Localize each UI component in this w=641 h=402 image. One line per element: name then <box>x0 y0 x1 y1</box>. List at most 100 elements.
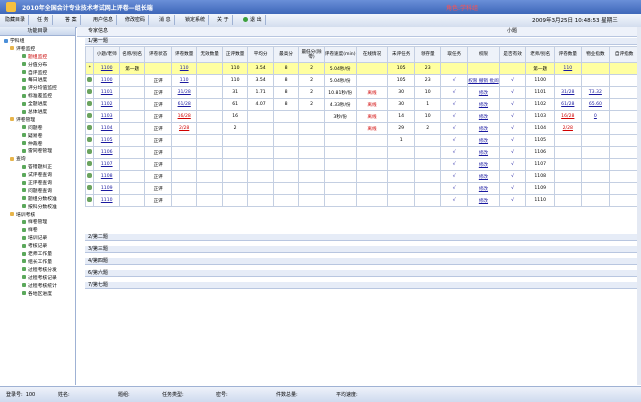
column-header[interactable]: 无效数量 <box>196 46 223 63</box>
change-password-button[interactable]: 修改密码 <box>122 15 150 25</box>
sidebar-item-3[interactable]: 分值分布 <box>2 62 75 70</box>
column-header[interactable]: 评卷数量 <box>170 46 198 63</box>
hide-menu-button[interactable]: 隐藏目录 <box>2 15 30 25</box>
column-header[interactable]: 评卷数量 <box>554 46 582 63</box>
table-cell[interactable]: 修改 <box>467 86 500 99</box>
summary-row[interactable]: * 1100 第一题 110 110 3.54 8 2 5.04秒/份 105 23 第一题 110 <box>84 62 639 75</box>
column-header[interactable]: 未评任务 <box>387 46 415 63</box>
section-question-1[interactable]: 1/第一题 <box>85 38 639 45</box>
sidebar-item-11[interactable]: 问题卷 <box>2 125 75 133</box>
sidebar-item-16[interactable]: 答错题纠正 <box>2 164 75 172</box>
sidebar-item-13[interactable]: 仲裁卷 <box>2 141 75 149</box>
table-cell[interactable]: 16/28 <box>170 110 198 123</box>
table-row[interactable]: 1102 正评 61/28 61 4.07 8 2 4.33秒/份 离线 30 1 √ 修改 √ 1102 6… <box>84 98 639 111</box>
sidebar-item-19[interactable]: 问题卷查询 <box>2 188 75 196</box>
table-cell[interactable]: 修改 <box>467 98 500 111</box>
lock-system-button[interactable]: 锁定系统 <box>182 15 210 25</box>
sidebar-item-5[interactable]: 每日进度 <box>2 77 75 85</box>
column-header[interactable]: 平均分 <box>247 46 274 63</box>
sidebar-item-8[interactable]: 全题进度 <box>2 101 75 109</box>
table-cell[interactable]: 61/28 <box>554 98 582 111</box>
tab-expert-info[interactable]: 专家信息 <box>85 27 508 36</box>
table-row[interactable]: 1105 正评 1 √ 修改 √ 1105 <box>84 134 639 147</box>
table-cell[interactable]: 权限 撤销 批阅 <box>467 74 500 87</box>
column-header[interactable]: 是否有效 <box>498 46 527 63</box>
column-header[interactable]: 评卷状态 <box>144 46 172 63</box>
column-header[interactable]: 取任务 <box>440 46 469 63</box>
table-row[interactable]: 1107 正评 √ 修改 √ 1107 <box>84 158 639 171</box>
sidebar-item-26[interactable]: 考核记录 <box>2 243 75 251</box>
sidebar-item-10[interactable]: 评卷管理 <box>2 117 75 125</box>
sidebar-item-14[interactable]: 雷同卷管理 <box>2 148 75 156</box>
table-cell[interactable]: 110 <box>554 62 582 75</box>
column-header[interactable]: 评卷速度(min) <box>323 46 357 63</box>
table-cell[interactable]: 修改 <box>467 122 500 135</box>
column-header[interactable]: 自评指数 <box>609 46 639 63</box>
sidebar-item-1[interactable]: 评卷监控 <box>2 46 75 54</box>
tab-small-question[interactable]: 小题 <box>507 27 517 36</box>
table-cell[interactable]: 2/28 <box>170 122 198 135</box>
sidebar-item-29[interactable]: 过程考核分发 <box>2 267 75 275</box>
section-question-6[interactable]: 6/第六题 <box>85 270 639 277</box>
table-row[interactable]: 1109 正评 √ 修改 √ 1109 <box>84 182 639 195</box>
section-question-3[interactable]: 3/第三题 <box>85 246 639 253</box>
vertical-scrollbar[interactable] <box>637 27 641 385</box>
sidebar-item-23[interactable]: 样卷管理 <box>2 219 75 227</box>
sidebar-item-7[interactable]: 标准差监控 <box>2 93 75 101</box>
task-button[interactable]: 任 务 <box>34 15 53 25</box>
sidebar-item-28[interactable]: 组长工作量 <box>2 259 75 267</box>
table-cell[interactable]: 110 <box>170 62 198 75</box>
column-header[interactable]: 老师/别名 <box>525 46 556 63</box>
column-header[interactable]: 领存量 <box>413 46 442 63</box>
sidebar-item-32[interactable]: 各地区进度 <box>2 291 75 299</box>
table-cell[interactable]: 61/28 <box>170 98 198 111</box>
table-cell[interactable]: 修改 <box>467 146 500 159</box>
sidebar-item-15[interactable]: 查询 <box>2 156 75 164</box>
table-cell[interactable]: 16/28 <box>554 110 582 123</box>
table-cell[interactable]: 2/28 <box>554 122 582 135</box>
sidebar-item-4[interactable]: 自评监控 <box>2 70 75 78</box>
messages-button[interactable]: 消 息 <box>156 15 175 25</box>
table-cell[interactable]: 修改 <box>467 182 500 195</box>
sidebar-item-30[interactable]: 过程考核记录 <box>2 275 75 283</box>
sidebar-item-22[interactable]: 培训考核 <box>2 212 75 220</box>
column-header[interactable]: 小题/老师 <box>93 46 120 63</box>
sidebar-item-24[interactable]: 样卷 <box>2 227 75 235</box>
user-info-button[interactable]: 用户信息 <box>90 15 118 25</box>
sidebar-item-0[interactable]: 学科组 <box>2 38 75 46</box>
table-cell[interactable]: 修改 <box>467 134 500 147</box>
table-row[interactable]: 1108 正评 √ 修改 √ 1108 <box>84 170 639 183</box>
section-question-2[interactable]: 2/第二题 <box>85 234 639 241</box>
sidebar-item-18[interactable]: 正评卷查询 <box>2 180 75 188</box>
table-cell[interactable]: 31/28 <box>554 86 582 99</box>
sidebar-item-2[interactable]: 题组监控 <box>2 54 75 62</box>
table-row[interactable]: 1106 正评 √ 修改 √ 1106 <box>84 146 639 159</box>
table-row[interactable]: 1103 正评 16/28 16 3秒/份 离线 14 10 √ 修改 √ 1103 16/28 0 <box>84 110 639 123</box>
sidebar-item-12[interactable]: 疑易卷 <box>2 133 75 141</box>
sidebar-item-27[interactable]: 老师工作量 <box>2 251 75 259</box>
table-row[interactable]: 1104 正评 2/28 2 离线 29 2 √ 修改 √ 1104 2/28 <box>84 122 639 135</box>
sidebar-item-17[interactable]: 试评卷查询 <box>2 172 75 180</box>
exit-button[interactable]: 退 出 <box>240 15 266 25</box>
column-header[interactable]: 最高分 <box>272 46 300 63</box>
table-cell[interactable]: 修改 <box>467 170 500 183</box>
column-header[interactable]: 在线情况 <box>355 46 389 63</box>
section-question-7[interactable]: 7/第七题 <box>85 282 639 289</box>
table-row[interactable]: 1100 正评 110 110 3.54 8 2 5.04秒/份 105 23 √ 权限 撤销 批阅 √… <box>84 74 639 87</box>
column-header[interactable]: 物业指数 <box>580 46 611 63</box>
answer-button[interactable]: 答 案 <box>62 15 81 25</box>
sidebar-item-6[interactable]: 评分均值监控 <box>2 85 75 93</box>
sidebar-item-9[interactable]: 总体进度 <box>2 109 75 117</box>
column-header[interactable]: 权限 <box>467 46 500 63</box>
table-cell[interactable]: 修改 <box>467 110 500 123</box>
table-cell[interactable]: 修改 <box>467 194 500 207</box>
column-header[interactable]: 名称/别名 <box>118 46 146 63</box>
sidebar-item-20[interactable]: 题组分数校准 <box>2 196 75 204</box>
table-cell[interactable]: 修改 <box>467 158 500 171</box>
table-row[interactable]: 1101 正评 31/28 31 1.71 8 2 10.81秒/份 离线 30 10 √ 修改 √ 110… <box>84 86 639 99</box>
sidebar-item-25[interactable]: 培训记录 <box>2 235 75 243</box>
column-header[interactable]: 最低分(除零) <box>298 46 325 63</box>
table-cell[interactable]: 31/28 <box>170 86 198 99</box>
column-header[interactable]: 正评数量 <box>221 46 249 63</box>
table-cell[interactable]: 110 <box>170 74 198 87</box>
